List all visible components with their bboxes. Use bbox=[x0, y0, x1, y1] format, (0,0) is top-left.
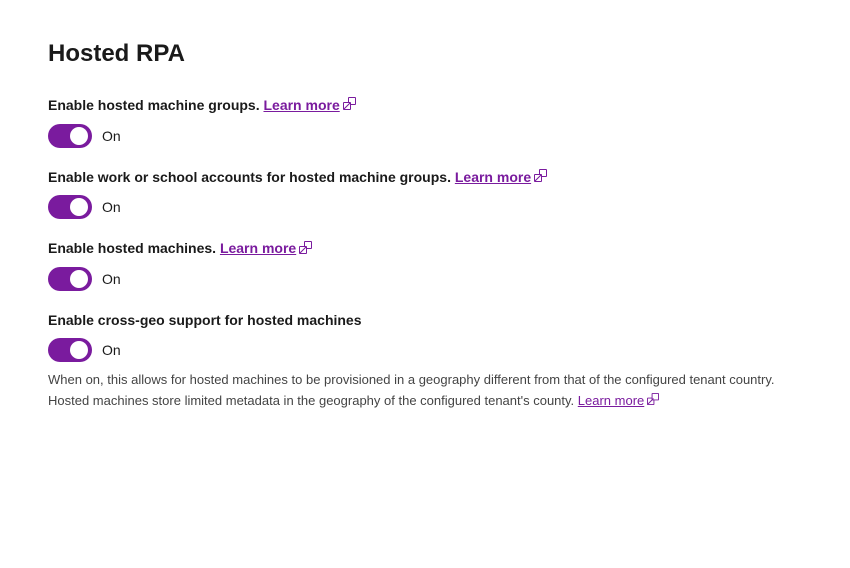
toggle-enable-hosted-machine-groups[interactable] bbox=[48, 124, 92, 148]
external-link-icon bbox=[534, 169, 547, 187]
learn-more-link-enable-hosted-machines[interactable]: Learn more bbox=[220, 240, 296, 256]
toggle-state-label-enable-hosted-machines: On bbox=[102, 271, 121, 287]
toggle-thumb bbox=[70, 198, 88, 216]
setting-block-enable-hosted-machine-groups: Enable hosted machine groups. Learn more… bbox=[48, 96, 802, 148]
toggle-track bbox=[48, 124, 92, 148]
toggle-enable-hosted-machines[interactable] bbox=[48, 267, 92, 291]
toggle-thumb bbox=[70, 270, 88, 288]
setting-label-enable-cross-geo-support: Enable cross-geo support for hosted mach… bbox=[48, 311, 802, 331]
toggle-enable-cross-geo-support[interactable] bbox=[48, 338, 92, 362]
external-link-icon bbox=[343, 97, 356, 115]
setting-label-enable-hosted-machine-groups: Enable hosted machine groups. Learn more bbox=[48, 96, 802, 116]
toggle-state-label-enable-work-school-accounts: On bbox=[102, 199, 121, 215]
setting-label-enable-work-school-accounts: Enable work or school accounts for hoste… bbox=[48, 168, 802, 188]
learn-more-link-enable-hosted-machine-groups[interactable]: Learn more bbox=[263, 97, 339, 113]
description-learn-more-link-enable-cross-geo-support[interactable]: Learn more bbox=[578, 393, 644, 408]
toggle-state-label-enable-hosted-machine-groups: On bbox=[102, 128, 121, 144]
description-enable-cross-geo-support: When on, this allows for hosted machines… bbox=[48, 370, 802, 412]
setting-block-enable-cross-geo-support: Enable cross-geo support for hosted mach… bbox=[48, 311, 802, 412]
toggle-track bbox=[48, 338, 92, 362]
toggle-enable-work-school-accounts[interactable] bbox=[48, 195, 92, 219]
toggle-track bbox=[48, 267, 92, 291]
learn-more-link-enable-work-school-accounts[interactable]: Learn more bbox=[455, 169, 531, 185]
external-link-icon bbox=[647, 392, 659, 411]
toggle-row-enable-work-school-accounts: On bbox=[48, 195, 802, 219]
toggle-thumb bbox=[70, 341, 88, 359]
setting-label-enable-hosted-machines: Enable hosted machines. Learn more bbox=[48, 239, 802, 259]
toggle-row-enable-hosted-machine-groups: On bbox=[48, 124, 802, 148]
external-link-icon bbox=[299, 241, 312, 259]
toggle-row-enable-hosted-machines: On bbox=[48, 267, 802, 291]
toggle-row-enable-cross-geo-support: On bbox=[48, 338, 802, 362]
page-title: Hosted RPA bbox=[48, 40, 802, 68]
setting-block-enable-hosted-machines: Enable hosted machines. Learn more On bbox=[48, 239, 802, 291]
setting-block-enable-work-school-accounts: Enable work or school accounts for hoste… bbox=[48, 168, 802, 220]
toggle-state-label-enable-cross-geo-support: On bbox=[102, 342, 121, 358]
toggle-track bbox=[48, 195, 92, 219]
toggle-thumb bbox=[70, 127, 88, 145]
